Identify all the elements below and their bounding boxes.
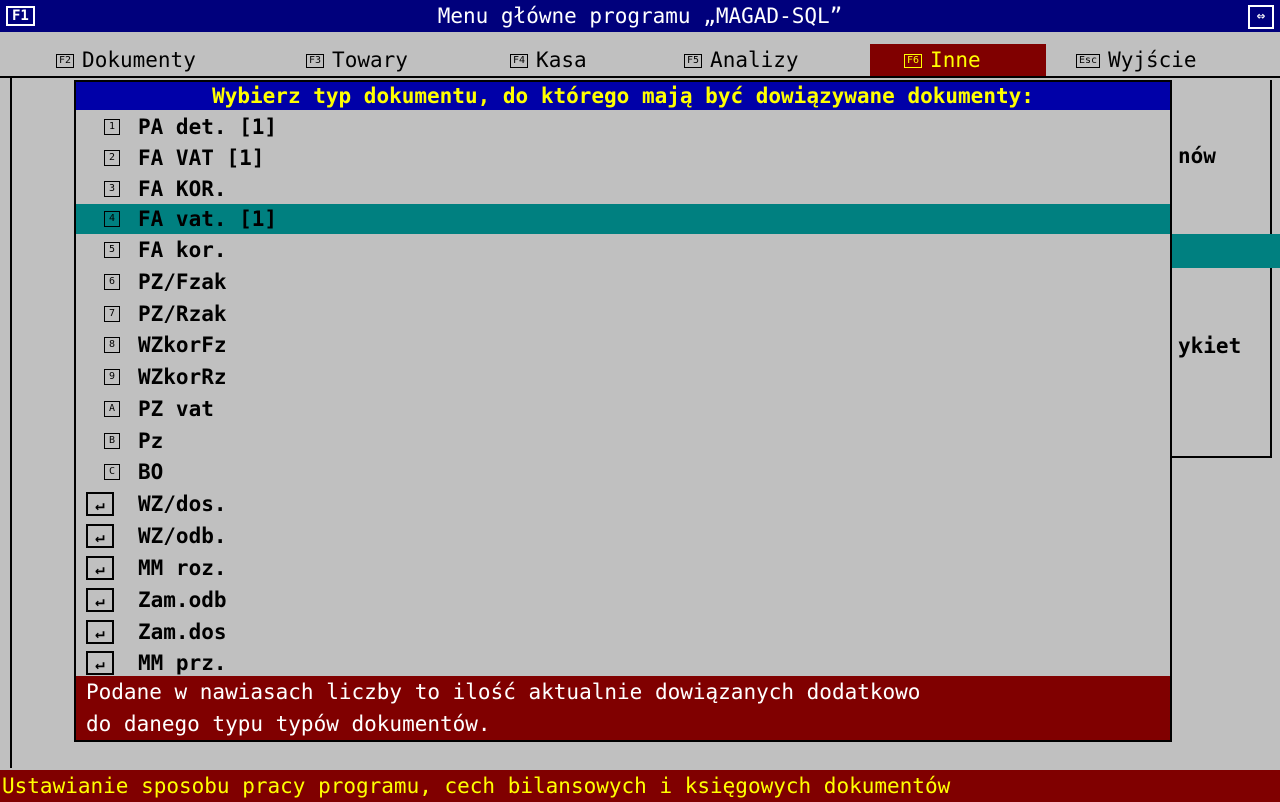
note-line-2: do danego typu typów dokumentów. (86, 712, 491, 736)
list-item[interactable]: 2 FA VAT [1] (76, 143, 1170, 173)
enter-key-icon: ↵ (86, 588, 114, 612)
list-item[interactable]: 3 FA KOR. (76, 174, 1170, 204)
key-1-icon: 1 (104, 119, 120, 135)
enter-key-icon: ↵ (86, 524, 114, 548)
status-bar: Ustawianie sposobu pracy programu, cech … (0, 770, 1280, 802)
list-item-label: PA det. [1] (138, 115, 278, 139)
menu-label: Inne (930, 48, 981, 72)
list-item[interactable]: ↵ WZ/dos. (76, 489, 1170, 519)
list-item-label: Pz (138, 429, 164, 453)
list-item[interactable]: B Pz (76, 426, 1170, 456)
dialog-title: Wybierz typ dokumentu, do którego mają b… (76, 82, 1170, 110)
list-item-label: WZkorFz (138, 333, 227, 357)
list-item[interactable]: 5 FA kor. (76, 235, 1170, 265)
menu-label: Analizy (710, 48, 799, 72)
list-item-label: Zam.dos (138, 620, 227, 644)
title-bar: F1 Menu główne programu „MAGAD-SQL” ⇔ (0, 0, 1280, 32)
list-item[interactable]: ↵ WZ/odb. (76, 521, 1170, 551)
esc-key-icon: Esc (1076, 54, 1101, 68)
key-6-icon: 6 (104, 274, 120, 290)
background-selected-item (1172, 234, 1280, 268)
list-item[interactable]: 8 WZkorFz (76, 330, 1170, 360)
key-3-icon: 3 (104, 181, 120, 197)
background-frame-line (10, 78, 12, 768)
menu-item-towary[interactable]: F3 Towary (306, 44, 466, 76)
move-resize-icon[interactable]: ⇔ (1248, 5, 1274, 29)
list-item-label: WZ/odb. (138, 524, 227, 548)
menu-label: Dokumenty (82, 48, 196, 72)
main-menu-bar: F2 Dokumenty F3 Towary F4 Kasa F5 Analizy F6… (0, 44, 1280, 78)
list-item[interactable]: A PZ vat (76, 394, 1170, 424)
background-menu-text: nów (1178, 144, 1216, 168)
list-item-label: PZ/Fzak (138, 270, 227, 294)
menu-item-kasa[interactable]: F4 Kasa (510, 44, 630, 76)
key-4-icon: 4 (104, 211, 120, 227)
list-item-label: MM roz. (138, 556, 227, 580)
info-note: Podane w nawiasach liczby to ilość aktua… (76, 676, 1170, 740)
list-item-label: FA VAT [1] (138, 146, 265, 170)
list-item[interactable]: C BO (76, 457, 1170, 487)
document-type-dialog: Wybierz typ dokumentu, do którego mają b… (74, 80, 1172, 742)
f2-key-icon: F2 (56, 54, 75, 68)
list-item-label: FA KOR. (138, 177, 227, 201)
menu-label: Wyjście (1108, 48, 1197, 72)
list-item[interactable]: ↵ Zam.dos (76, 617, 1170, 647)
enter-key-icon: ↵ (86, 556, 114, 580)
key-5-icon: 5 (104, 242, 120, 258)
background-menu-text: ykiet (1178, 334, 1242, 358)
menu-label: Kasa (536, 48, 587, 72)
enter-key-icon: ↵ (86, 620, 114, 644)
list-item-label: PZ/Rzak (138, 302, 227, 326)
menu-item-dokumenty[interactable]: F2 Dokumenty (56, 44, 256, 76)
menu-item-analizy[interactable]: F5 Analizy (684, 44, 844, 76)
f4-key-icon: F4 (510, 54, 529, 68)
menu-label: Towary (332, 48, 408, 72)
key-c-icon: C (104, 464, 120, 480)
key-2-icon: 2 (104, 150, 120, 166)
list-item-selected[interactable]: 4 FA vat. [1] (76, 204, 1170, 234)
list-item[interactable]: 9 WZkorRz (76, 362, 1170, 392)
list-item[interactable]: 1 PA det. [1] (76, 112, 1170, 142)
list-item[interactable]: 7 PZ/Rzak (76, 299, 1170, 329)
key-8-icon: 8 (104, 337, 120, 353)
menu-item-wyjscie[interactable]: Esc Wyjście (1076, 44, 1276, 76)
list-item-label: WZkorRz (138, 365, 227, 389)
list-item-label: FA vat. [1] (138, 207, 278, 231)
list-item-label: PZ vat (138, 397, 214, 421)
f3-key-icon: F3 (306, 54, 325, 68)
key-9-icon: 9 (104, 369, 120, 385)
key-a-icon: A (104, 401, 120, 417)
list-item-label: FA kor. (138, 238, 227, 262)
list-item[interactable]: ↵ MM prz. (76, 648, 1170, 678)
f5-key-icon: F5 (684, 54, 703, 68)
key-7-icon: 7 (104, 306, 120, 322)
key-b-icon: B (104, 433, 120, 449)
window-title: Menu główne programu „MAGAD-SQL” (437, 4, 843, 28)
list-item-label: Zam.odb (138, 588, 227, 612)
enter-key-icon: ↵ (86, 651, 114, 675)
list-item-label: BO (138, 460, 164, 484)
list-item[interactable]: ↵ MM roz. (76, 553, 1170, 583)
enter-key-icon: ↵ (86, 492, 114, 516)
list-item-label: WZ/dos. (138, 492, 227, 516)
list-item-label: MM prz. (138, 651, 227, 675)
menu-item-inne[interactable]: F6 Inne (870, 44, 1046, 76)
f6-key-icon: F6 (904, 54, 923, 68)
list-item[interactable]: 6 PZ/Fzak (76, 267, 1170, 297)
list-item[interactable]: ↵ Zam.odb (76, 585, 1170, 615)
note-line-1: Podane w nawiasach liczby to ilość aktua… (86, 680, 921, 704)
